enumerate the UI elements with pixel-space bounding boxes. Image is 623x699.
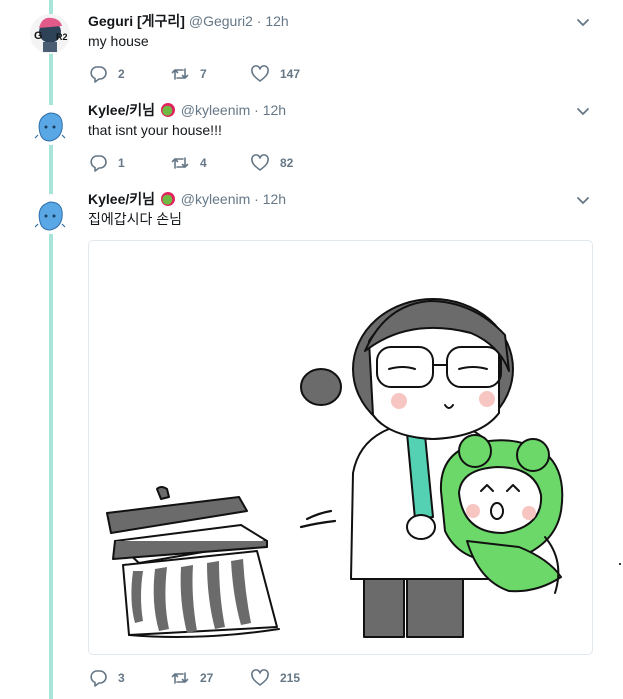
timestamp[interactable]: 12h: [263, 102, 286, 118]
like-icon: [251, 669, 269, 686]
like-icon: [251, 154, 269, 171]
media-drawing: [106, 298, 564, 638]
retweet-icon: [171, 68, 189, 80]
display-name[interactable]: Kylee/키님: [88, 191, 155, 207]
like-button[interactable]: 147: [250, 64, 300, 84]
avatar[interactable]: [30, 194, 70, 234]
retweet-button[interactable]: 7: [170, 64, 207, 84]
avatar[interactable]: [30, 105, 70, 145]
retweet-button[interactable]: 27: [170, 668, 213, 688]
separator-dot: ·: [256, 13, 262, 29]
reply-button[interactable]: 3: [88, 668, 125, 688]
user-handle[interactable]: @Geguri2: [189, 13, 253, 29]
chevron-down-icon[interactable]: [574, 103, 592, 121]
tweet-text: that isnt your house!!!: [88, 122, 222, 138]
user-handle[interactable]: @kyleenim: [181, 191, 250, 207]
reply-count: 1: [118, 156, 125, 170]
like-count: 215: [280, 671, 301, 685]
stray-pixel: [619, 563, 621, 565]
reply-count: 3: [118, 671, 125, 685]
tweet-media-image[interactable]: [88, 240, 593, 655]
svg-text:G: G: [34, 30, 43, 42]
reply-button[interactable]: 1: [88, 153, 125, 173]
separator-dot: ·: [254, 102, 259, 118]
tweet-header: Kylee/키님 @kyleenim · 12h: [88, 190, 286, 209]
reply-count: 2: [118, 67, 125, 81]
reply-icon: [90, 155, 107, 172]
tweet-header: Kylee/키님 @kyleenim · 12h: [88, 101, 286, 120]
avatar[interactable]: G R2: [30, 14, 70, 54]
retweet-icon: [171, 157, 189, 169]
retweet-count: 7: [200, 67, 207, 81]
retweet-icon: [171, 672, 189, 684]
like-button[interactable]: 215: [250, 668, 300, 688]
like-count: 147: [280, 67, 301, 81]
trash-can: [106, 486, 280, 638]
display-name[interactable]: Geguri [게구리]: [88, 13, 185, 29]
like-count: 82: [280, 156, 294, 170]
reply-button[interactable]: 2: [88, 64, 125, 84]
emoji-badge-icon: [160, 103, 175, 117]
timestamp[interactable]: 12h: [263, 191, 286, 207]
timestamp[interactable]: 12h: [265, 13, 288, 29]
emoji-badge-icon: [160, 192, 175, 206]
reply-icon: [90, 670, 107, 687]
display-name[interactable]: Kylee/키님: [88, 102, 155, 118]
reply-icon: [90, 66, 107, 83]
like-button[interactable]: 82: [250, 153, 293, 173]
tweet-text: 집에갑시다 손님: [88, 211, 183, 227]
tweet-text: my house: [88, 33, 149, 49]
chevron-down-icon[interactable]: [574, 192, 592, 210]
separator-dot: ·: [254, 191, 259, 207]
motion-lines: [299, 509, 337, 529]
svg-text:R2: R2: [56, 32, 68, 42]
tweet-header: Geguri [게구리] @Geguri2 · 12h: [88, 12, 289, 31]
chevron-down-icon[interactable]: [574, 14, 592, 32]
retweet-count: 27: [200, 671, 214, 685]
like-icon: [251, 65, 269, 82]
retweet-count: 4: [200, 156, 207, 170]
retweet-button[interactable]: 4: [170, 153, 207, 173]
user-handle[interactable]: @kyleenim: [181, 102, 250, 118]
